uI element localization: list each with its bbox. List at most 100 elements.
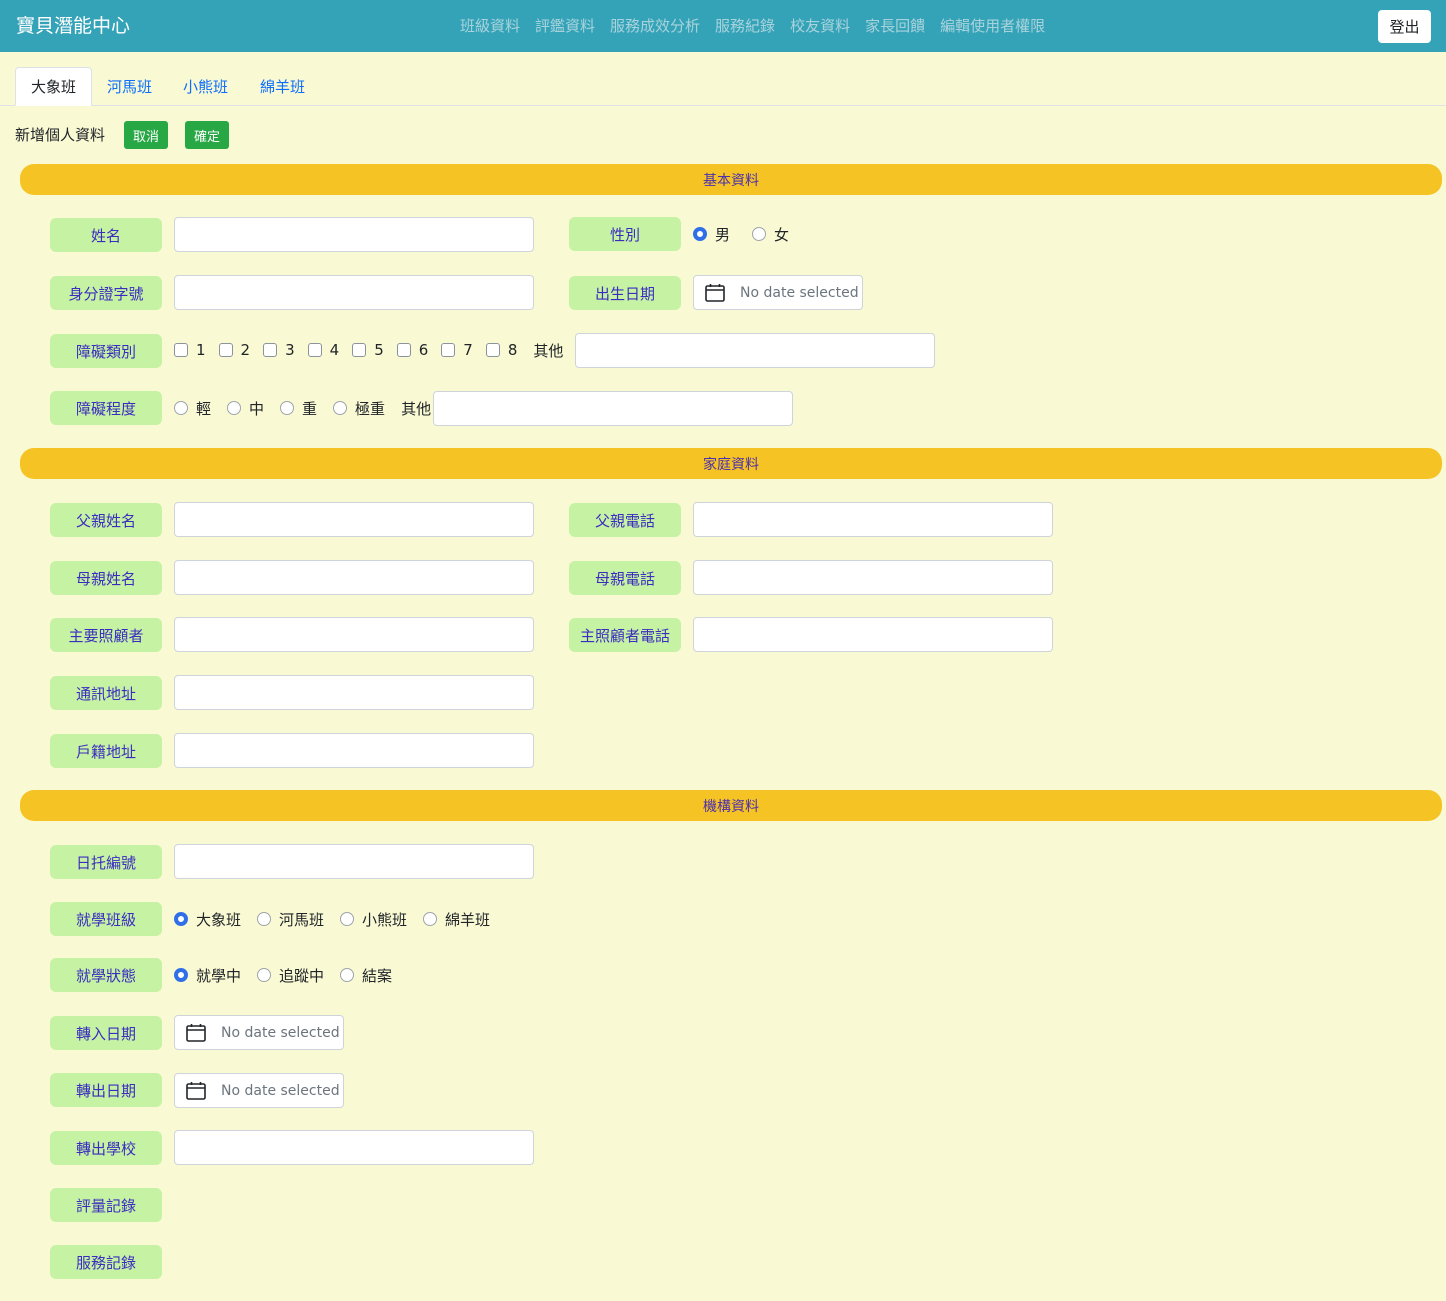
disability-level-option[interactable]: 輕 [174, 398, 211, 419]
nav-class-data[interactable]: 班級資料 [460, 15, 520, 36]
disability-type-option[interactable]: 3 [263, 341, 295, 359]
class-option-elephant[interactable]: 大象班 [174, 909, 241, 930]
transfer-in-date-picker[interactable]: No date selected [174, 1015, 344, 1050]
option-text: 輕 [196, 399, 212, 418]
service-records-label: 服務記錄 [50, 1245, 162, 1279]
option-text: 綿羊班 [445, 910, 491, 929]
option-text: 小熊班 [362, 910, 408, 929]
radio[interactable] [257, 968, 272, 982]
checkbox[interactable] [352, 343, 367, 357]
disability-level-radio-group: 輕 中 重 極重 其他 [174, 391, 431, 425]
daycare-id-input[interactable] [174, 844, 534, 879]
father-name-input[interactable] [174, 502, 534, 537]
radio[interactable] [333, 401, 348, 415]
class-radio-group: 大象班 河馬班 小熊班 綿羊班 [174, 902, 490, 936]
nav-alumni-data[interactable]: 校友資料 [790, 15, 850, 36]
tab-elephant-class[interactable]: 大象班 [15, 67, 92, 106]
option-text: 河馬班 [279, 910, 325, 929]
father-phone-input[interactable] [693, 502, 1053, 537]
disability-type-option[interactable]: 1 [174, 341, 206, 359]
gender-radio-group: 男 女 [693, 217, 789, 251]
radio-male[interactable] [693, 227, 707, 241]
transfer-school-input[interactable] [174, 1130, 534, 1165]
radio[interactable] [174, 401, 188, 415]
disability-level-option[interactable]: 極重 [333, 398, 385, 419]
class-option-hippo[interactable]: 河馬班 [257, 909, 324, 930]
disability-level-option[interactable]: 重 [280, 398, 317, 419]
disability-level-option[interactable]: 中 [227, 398, 264, 419]
tab-bear-class[interactable]: 小熊班 [168, 67, 243, 106]
radio[interactable] [280, 401, 295, 415]
disability-type-option[interactable]: 6 [396, 341, 428, 359]
nav-evaluation-data[interactable]: 評鑑資料 [535, 15, 595, 36]
gender-female-text: 女 [774, 225, 790, 244]
mother-name-input[interactable] [174, 560, 534, 595]
cancel-button[interactable]: 取消 [124, 121, 169, 149]
disability-type-option[interactable]: 5 [352, 341, 384, 359]
checkbox[interactable] [441, 343, 456, 357]
disability-level-other-label: 其他 [401, 399, 432, 418]
radio[interactable] [227, 401, 242, 415]
checkbox[interactable] [218, 343, 233, 357]
class-option-sheep[interactable]: 綿羊班 [423, 909, 490, 930]
app-brand[interactable]: 寶貝潛能中心 [16, 11, 130, 38]
id-number-input[interactable] [174, 275, 534, 310]
checkbox[interactable] [307, 343, 322, 357]
gender-option-male[interactable]: 男 [693, 224, 730, 245]
checkbox[interactable] [396, 343, 411, 357]
enrollment-status-label: 就學狀態 [50, 958, 162, 992]
transfer-school-label: 轉出學校 [50, 1131, 162, 1165]
disability-type-option[interactable]: 4 [307, 341, 339, 359]
nav-parent-feedback[interactable]: 家長回饋 [865, 15, 925, 36]
radio[interactable] [340, 968, 355, 982]
transfer-out-date-label: 轉出日期 [50, 1073, 162, 1107]
disability-type-option[interactable]: 2 [218, 341, 250, 359]
option-text: 3 [285, 341, 295, 359]
nav-service-analysis[interactable]: 服務成效分析 [610, 15, 700, 36]
status-option-closed[interactable]: 結案 [340, 965, 392, 986]
disability-type-other-input[interactable] [575, 333, 935, 368]
option-text: 極重 [355, 399, 386, 418]
mother-phone-input[interactable] [693, 560, 1053, 595]
option-text: 就學中 [196, 966, 242, 985]
caregiver-phone-input[interactable] [693, 617, 1053, 652]
checkbox[interactable] [263, 343, 278, 357]
transfer-out-date-value: No date selected [221, 1082, 340, 1099]
caregiver-input[interactable] [174, 617, 534, 652]
transfer-out-date-picker[interactable]: No date selected [174, 1073, 344, 1108]
disability-type-option[interactable]: 7 [441, 341, 473, 359]
radio[interactable] [174, 968, 188, 982]
disability-level-label: 障礙程度 [50, 391, 162, 425]
checkbox[interactable] [485, 343, 500, 357]
checkbox[interactable] [174, 343, 188, 357]
radio[interactable] [174, 912, 188, 926]
class-option-bear[interactable]: 小熊班 [340, 909, 407, 930]
logout-button[interactable]: 登出 [1378, 10, 1431, 43]
radio[interactable] [423, 912, 438, 926]
option-text: 1 [196, 341, 206, 359]
radio[interactable] [340, 912, 355, 926]
radio[interactable] [257, 912, 272, 926]
option-text: 5 [374, 341, 384, 359]
birth-date-picker[interactable]: No date selected [693, 275, 863, 310]
disability-type-option[interactable]: 8 [485, 341, 517, 359]
birth-date-value: No date selected [740, 284, 859, 301]
enrollment-status-radio-group: 就學中 追蹤中 結案 [174, 958, 392, 992]
nav-user-permissions[interactable]: 編輯使用者權限 [940, 15, 1045, 36]
radio-female[interactable] [752, 227, 767, 241]
nav-service-records[interactable]: 服務紀錄 [715, 15, 775, 36]
status-option-enrolled[interactable]: 就學中 [174, 965, 241, 986]
disability-level-other-input[interactable] [433, 391, 793, 426]
name-input[interactable] [174, 217, 534, 252]
id-number-label: 身分證字號 [50, 276, 162, 310]
calendar-icon [186, 1081, 206, 1100]
status-option-tracking[interactable]: 追蹤中 [257, 965, 324, 986]
gender-option-female[interactable]: 女 [752, 224, 789, 245]
tab-sheep-class[interactable]: 綿羊班 [245, 67, 320, 106]
mail-address-input[interactable] [174, 675, 534, 710]
confirm-button[interactable]: 確定 [185, 121, 230, 149]
tab-hippo-class[interactable]: 河馬班 [92, 67, 167, 106]
section-basic-info: 基本資料 [20, 164, 1442, 195]
home-address-input[interactable] [174, 733, 534, 768]
home-address-label: 戶籍地址 [50, 734, 162, 768]
